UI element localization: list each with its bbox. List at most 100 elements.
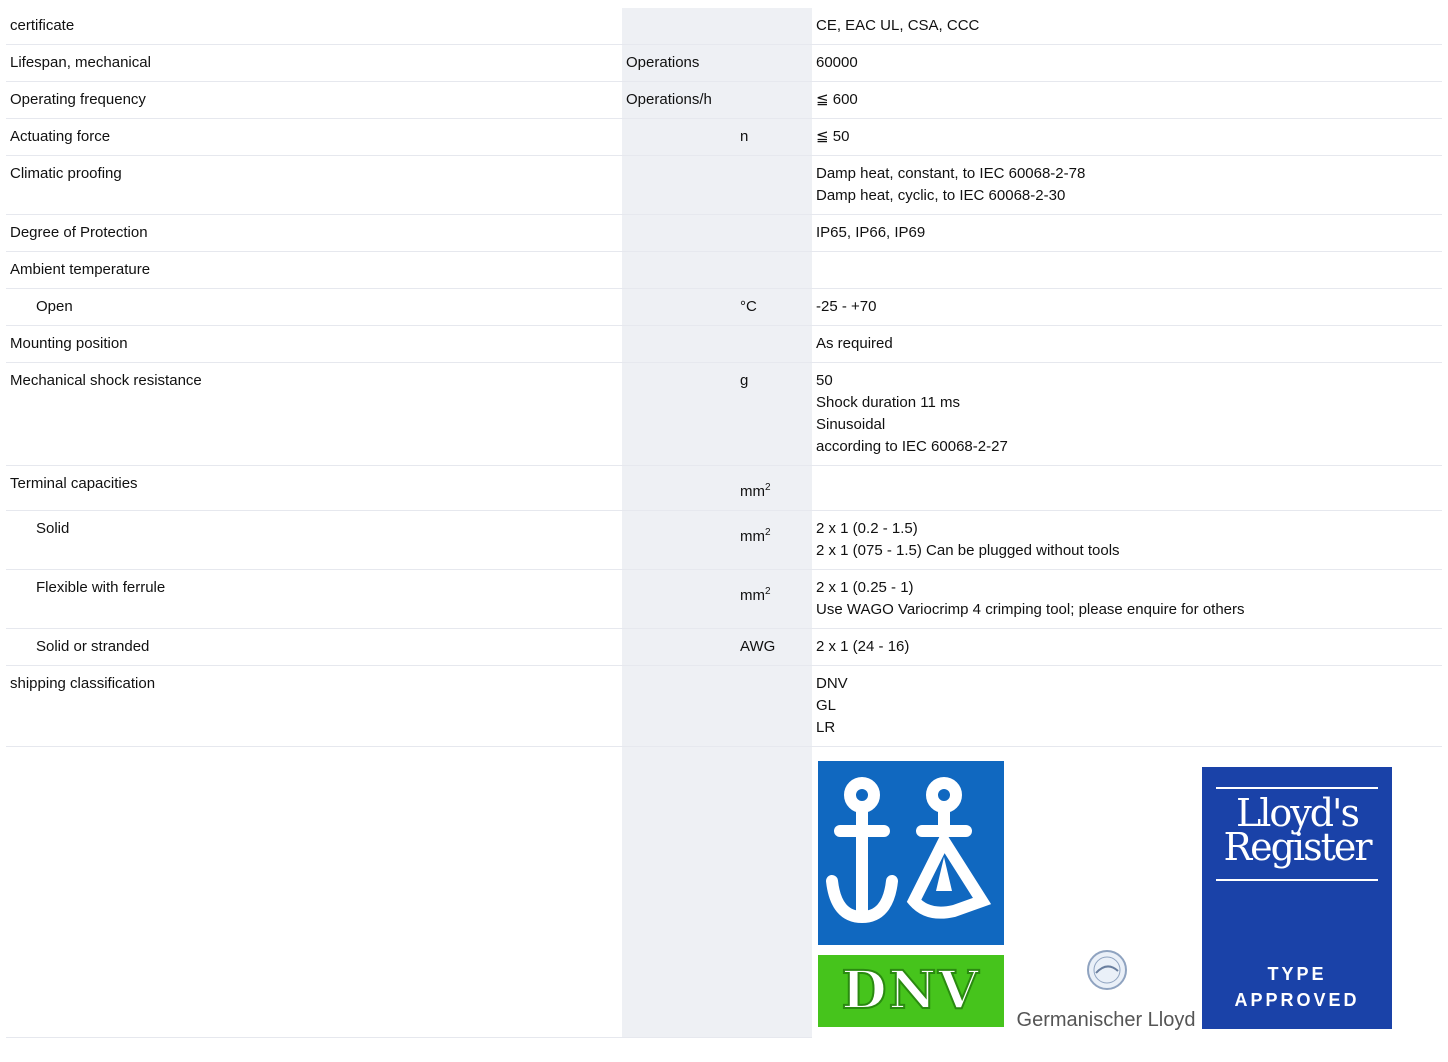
spec-value-line: 60000 [816,54,858,71]
spec-unit: AWG [736,628,812,666]
spec-value: 2 x 1 (0.25 - 1) Use WAGO Variocrimp 4 cr… [812,569,1442,629]
spec-unit-primary [622,155,736,215]
spec-unit-primary [622,288,736,326]
spec-unit [736,214,812,252]
spec-value-line: As required [816,335,893,352]
spec-row: Solid mm2 2 x 1 (0.2 - 1.5) 2 x 1 (075 - 1.… [6,510,1442,570]
gl-seal-icon [1087,950,1127,990]
spec-label: Degree of Protection [6,214,622,252]
spec-value-line: ≦ 600 [816,91,858,108]
logo-cell: DNV Germanischer Lloyd Lloyd's Register … [812,747,1442,1038]
spec-unit-primary [622,8,736,45]
spec-unit-primary [622,325,736,363]
spec-unit-text: n [740,128,749,145]
spec-value-line: GL [816,697,837,714]
spec-value-line: 2 x 1 (075 - 1.5) Can be plugged without… [816,542,1120,559]
spec-unit [736,81,812,119]
unit-superscript: 2 [765,586,771,597]
spec-unit [736,325,812,363]
spec-row: Operating frequency Operations/h ≦ 600 [6,81,1442,119]
spec-row: Flexible with ferrule mm2 2 x 1 (0.25 - 1)… [6,569,1442,629]
spec-unit: mm2 [736,465,812,511]
unit-superscript: 2 [765,527,771,538]
spec-unit: mm2 [736,569,812,629]
spec-value: 2 x 1 (0.2 - 1.5) 2 x 1 (075 - 1.5) Can b… [812,510,1442,570]
spec-unit [736,155,812,215]
spec-unit-primary [622,510,736,570]
spec-value: ≦ 600 [812,81,1442,119]
spec-table-container: certificate CE, EAC UL, CSA, CCC Lifespan,… [0,0,1448,1038]
spec-unit: g [736,362,812,466]
dnv-logo: DNV [818,955,1004,1027]
spec-unit-primary [622,118,736,156]
spec-value-line: -25 - +70 [816,298,877,315]
spec-row: Degree of Protection IP65, IP66, IP69 [6,214,1442,252]
spec-value-line: Sinusoidal [816,416,886,433]
spec-table: certificate CE, EAC UL, CSA, CCC Lifespan,… [6,8,1442,1038]
spec-value-line: IP65, IP66, IP69 [816,224,926,241]
spec-row: Mechanical shock resistance g 50 Shock dura… [6,362,1442,466]
dnv-anchor-logo [818,761,1004,945]
spec-value: ≦ 50 [812,118,1442,156]
spec-row: Ambient temperature [6,251,1442,289]
spec-unit: n [736,118,812,156]
spec-unit-primary [622,214,736,252]
spec-unit-primary [622,665,736,747]
spec-row: Solid or stranded AWG 2 x 1 (24 - 16) [6,628,1442,666]
spec-value: 2 x 1 (24 - 16) [812,628,1442,666]
unit-superscript: 2 [765,482,771,493]
spec-value-line: Damp heat, cyclic, to IEC 60068-2-30 [816,187,1066,204]
spec-value-line [816,473,1438,495]
anchor-icon [826,777,992,924]
spec-value: 60000 [812,44,1442,82]
lr-logo-line2: Register [1223,825,1372,869]
lr-type-text: TYPE [1267,964,1327,984]
logo-row: DNV Germanischer Lloyd Lloyd's Register … [6,746,1442,1038]
spec-value: 50 Shock duration 11 ms Sinusoidal accordin… [812,362,1442,466]
spec-unit-text: mm [740,528,765,545]
spec-label: Open [6,288,622,326]
spec-row: shipping classification DNV GL LR [6,665,1442,747]
spec-row: Lifespan, mechanical Operations 60000 [6,44,1442,82]
spec-unit-primary [622,362,736,466]
spec-value-line: LR [816,719,836,736]
spec-unit [736,44,812,82]
spec-value: IP65, IP66, IP69 [812,214,1442,252]
spec-label: shipping classification [6,665,622,747]
spec-unit-text: °C [740,298,757,315]
lr-approved-text: APPROVED [1234,990,1360,1010]
spec-row: Climatic proofing Damp heat, constant, to… [6,155,1442,215]
spec-label: Flexible with ferrule [6,569,622,629]
spec-unit-text: AWG [740,638,776,655]
spec-unit-primary [622,628,736,666]
spec-label: Climatic proofing [6,155,622,215]
spec-label: Mounting position [6,325,622,363]
spec-label: Ambient temperature [6,251,622,289]
spec-unit: mm2 [736,510,812,570]
spec-value-line: according to IEC 60068-2-27 [816,438,1008,455]
spec-label: Solid or stranded [6,628,622,666]
spec-value-line: ≦ 50 [816,128,850,145]
spec-value-line: Damp heat, constant, to IEC 60068-2-78 [816,165,1086,182]
spec-value [812,465,1442,511]
spec-unit-text: mm [740,587,765,604]
spec-label: Actuating force [6,118,622,156]
gl-logo-text: Germanischer Lloyd [1016,1009,1196,1031]
spec-unit-primary [622,465,736,511]
spec-value: CE, EAC UL, CSA, CCC [812,8,1442,45]
spec-label: Terminal capacities [6,465,622,511]
spec-value-line: DNV [816,675,848,692]
spec-unit [736,8,812,45]
spec-unit-text: mm [740,483,765,500]
spec-label: certificate [6,8,622,45]
spec-label: Lifespan, mechanical [6,44,622,82]
spec-row: Actuating force n ≦ 50 [6,118,1442,156]
spec-value-line: 50 [816,372,833,389]
spec-label: Solid [6,510,622,570]
spec-label: Mechanical shock resistance [6,362,622,466]
spec-value-line: CE, EAC UL, CSA, CCC [816,17,980,34]
spec-unit-primary: Operations [622,44,736,82]
spec-value [812,251,1442,289]
spec-label: Operating frequency [6,81,622,119]
spec-row: Mounting position As required [6,325,1442,363]
